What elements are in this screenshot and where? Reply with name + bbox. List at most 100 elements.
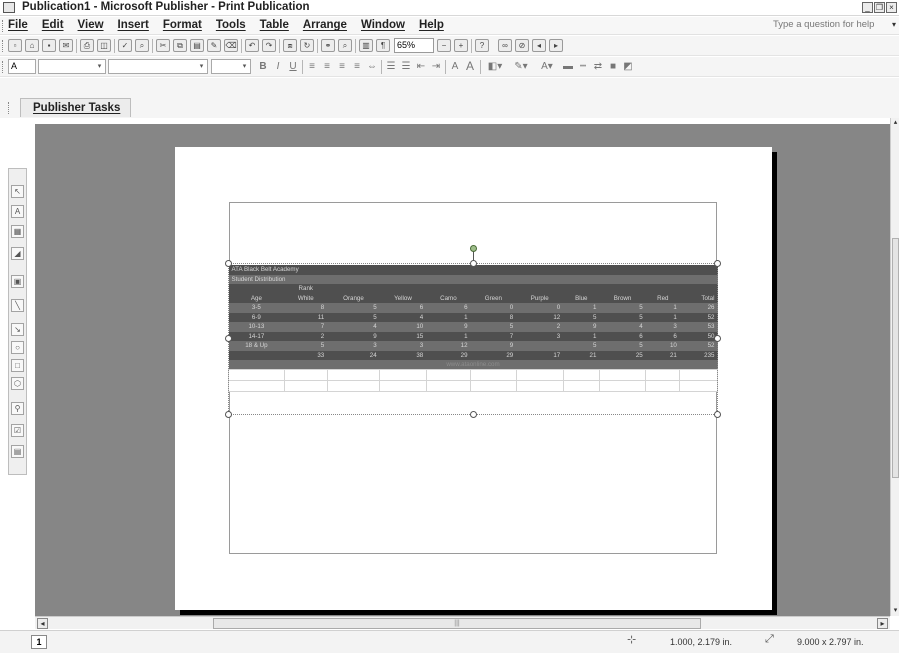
resize-handle[interactable] (225, 260, 232, 267)
hot-spot-icon[interactable]: ⚲ (11, 402, 24, 415)
rectangle-tool-icon[interactable]: □ (11, 359, 24, 372)
chevron-down-icon[interactable]: ▾ (197, 61, 206, 72)
menu-format[interactable]: Format (163, 19, 202, 31)
wordart-icon[interactable]: ◢ (11, 247, 24, 260)
tasks-grip[interactable] (8, 102, 11, 114)
menu-grip[interactable] (2, 20, 5, 32)
numbering-icon[interactable]: ☰ (385, 60, 397, 73)
open-icon[interactable]: ⌂ (25, 39, 39, 52)
connect-frames-icon[interactable]: ∞ (498, 39, 512, 52)
format-painter-icon[interactable]: ✎ (207, 39, 221, 52)
resize-handle[interactable] (470, 411, 477, 418)
chevron-down-icon[interactable]: ▾ (95, 61, 104, 72)
rotate-icon[interactable]: ↻ (300, 39, 314, 52)
increase-indent-icon[interactable]: ⇥ (430, 60, 442, 73)
print-icon[interactable]: ⎙ (80, 39, 94, 52)
autoshapes-icon[interactable]: ⬡ (11, 377, 24, 390)
page-navigator[interactable]: 1 (31, 635, 47, 649)
scroll-left-icon[interactable]: ◂ (37, 618, 48, 629)
undo-icon[interactable]: ↶ (245, 39, 259, 52)
resize-handle[interactable] (714, 260, 721, 267)
zoom-in-icon[interactable]: + (454, 39, 468, 52)
paste-icon[interactable]: ▤ (190, 39, 204, 52)
resize-handle[interactable] (225, 335, 232, 342)
resize-handle[interactable] (714, 411, 721, 418)
arrow-tool-icon[interactable]: ↘ (11, 323, 24, 336)
columns-icon[interactable]: ▥ (359, 39, 373, 52)
align-center-icon[interactable]: ≡ (321, 60, 333, 73)
print-preview-icon[interactable]: ◫ (97, 39, 111, 52)
align-right-icon[interactable]: ≡ (336, 60, 348, 73)
decrease-indent-icon[interactable]: ⇤ (415, 60, 427, 73)
italic-button[interactable]: I (272, 60, 284, 73)
line-tool-icon[interactable]: ╲ (11, 299, 24, 312)
increase-font-icon[interactable]: A (464, 60, 476, 73)
form-control-icon[interactable]: ☑ (11, 424, 24, 437)
help-search-input[interactable]: Type a question for help (773, 19, 874, 30)
text-box-icon[interactable]: A (11, 205, 24, 218)
bullets-icon[interactable]: ☰ (400, 60, 412, 73)
distribute-icon[interactable]: ⇔ (366, 60, 378, 73)
bold-button[interactable]: B (257, 60, 269, 73)
redo-icon[interactable]: ↷ (262, 39, 276, 52)
horizontal-scrollbar[interactable]: ◂ ||| ▸ (35, 616, 890, 629)
line-style-icon[interactable]: ▬ (562, 60, 574, 73)
help-icon[interactable]: ? (475, 39, 489, 52)
chevron-down-icon[interactable]: ▾ (240, 61, 249, 72)
save-icon[interactable]: ▪ (42, 39, 56, 52)
toolbar-grip[interactable] (2, 61, 5, 73)
restore-button[interactable]: ❐ (874, 2, 885, 13)
menu-file[interactable]: File (8, 19, 28, 31)
rotation-handle[interactable] (470, 245, 477, 252)
font-color-icon[interactable]: A▾ (536, 60, 558, 73)
new-icon[interactable]: ▫ (8, 39, 22, 52)
resize-handle[interactable] (470, 260, 477, 267)
menu-tools[interactable]: Tools (216, 19, 246, 31)
zoom-out-icon[interactable]: − (437, 39, 451, 52)
design-gallery-icon[interactable]: ▤ (11, 445, 24, 458)
menu-table[interactable]: Table (260, 19, 289, 31)
font-name-combo[interactable]: ▾ (38, 59, 106, 74)
zoom-combo[interactable]: 65% (394, 38, 434, 53)
help-dropdown-icon[interactable]: ▾ (892, 20, 896, 29)
menu-view[interactable]: View (78, 19, 104, 31)
underline-button[interactable]: U (287, 60, 299, 73)
toolbar-grip[interactable] (2, 40, 5, 52)
bring-forward-icon[interactable]: ⧈ (283, 39, 297, 52)
next-frame-icon[interactable]: ▸ (549, 39, 563, 52)
vertical-scroll-thumb[interactable] (892, 238, 899, 478)
scroll-down-icon[interactable]: ▾ (891, 606, 899, 616)
close-button[interactable]: × (886, 2, 897, 13)
copy-icon[interactable]: ⧉ (173, 39, 187, 52)
disconnect-frames-icon[interactable]: ⊘ (515, 39, 529, 52)
font-family-combo[interactable]: ▾ (108, 59, 208, 74)
clear-icon[interactable]: ⌫ (224, 39, 238, 52)
shadow-style-icon[interactable]: ■ (607, 60, 619, 73)
table-tool-icon[interactable]: ▦ (11, 225, 24, 238)
menu-arrange[interactable]: Arrange (303, 19, 347, 31)
research-icon[interactable]: ⌕ (135, 39, 149, 52)
spelling-icon[interactable]: ✓ (118, 39, 132, 52)
menu-insert[interactable]: Insert (118, 19, 149, 31)
scroll-right-icon[interactable]: ▸ (877, 618, 888, 629)
menu-window[interactable]: Window (361, 19, 405, 31)
vertical-scrollbar[interactable]: ▴ ▾ (890, 118, 899, 616)
dash-style-icon[interactable]: ┅ (577, 60, 589, 73)
menu-edit[interactable]: Edit (42, 19, 64, 31)
picture-frame-icon[interactable]: ▣ (11, 275, 24, 288)
font-size-combo[interactable]: ▾ (211, 59, 251, 74)
previous-frame-icon[interactable]: ◂ (532, 39, 546, 52)
decrease-font-icon[interactable]: A (449, 60, 461, 73)
hyperlink-icon[interactable]: ⚭ (321, 39, 335, 52)
mail-icon[interactable]: ✉ (59, 39, 73, 52)
publisher-tasks-button[interactable]: Publisher Tasks (20, 98, 132, 117)
menu-help[interactable]: Help (419, 19, 444, 31)
arrow-style-icon[interactable]: ⇄ (592, 60, 604, 73)
publisher-app-icon[interactable] (3, 2, 15, 13)
zoom-tool-icon[interactable]: ⌕ (338, 39, 352, 52)
oval-tool-icon[interactable]: ○ (11, 341, 24, 354)
3d-style-icon[interactable]: ◩ (622, 60, 634, 73)
select-tool-icon[interactable]: ↖ (11, 185, 24, 198)
style-combo[interactable]: A (8, 59, 36, 74)
align-left-icon[interactable]: ≡ (306, 60, 318, 73)
